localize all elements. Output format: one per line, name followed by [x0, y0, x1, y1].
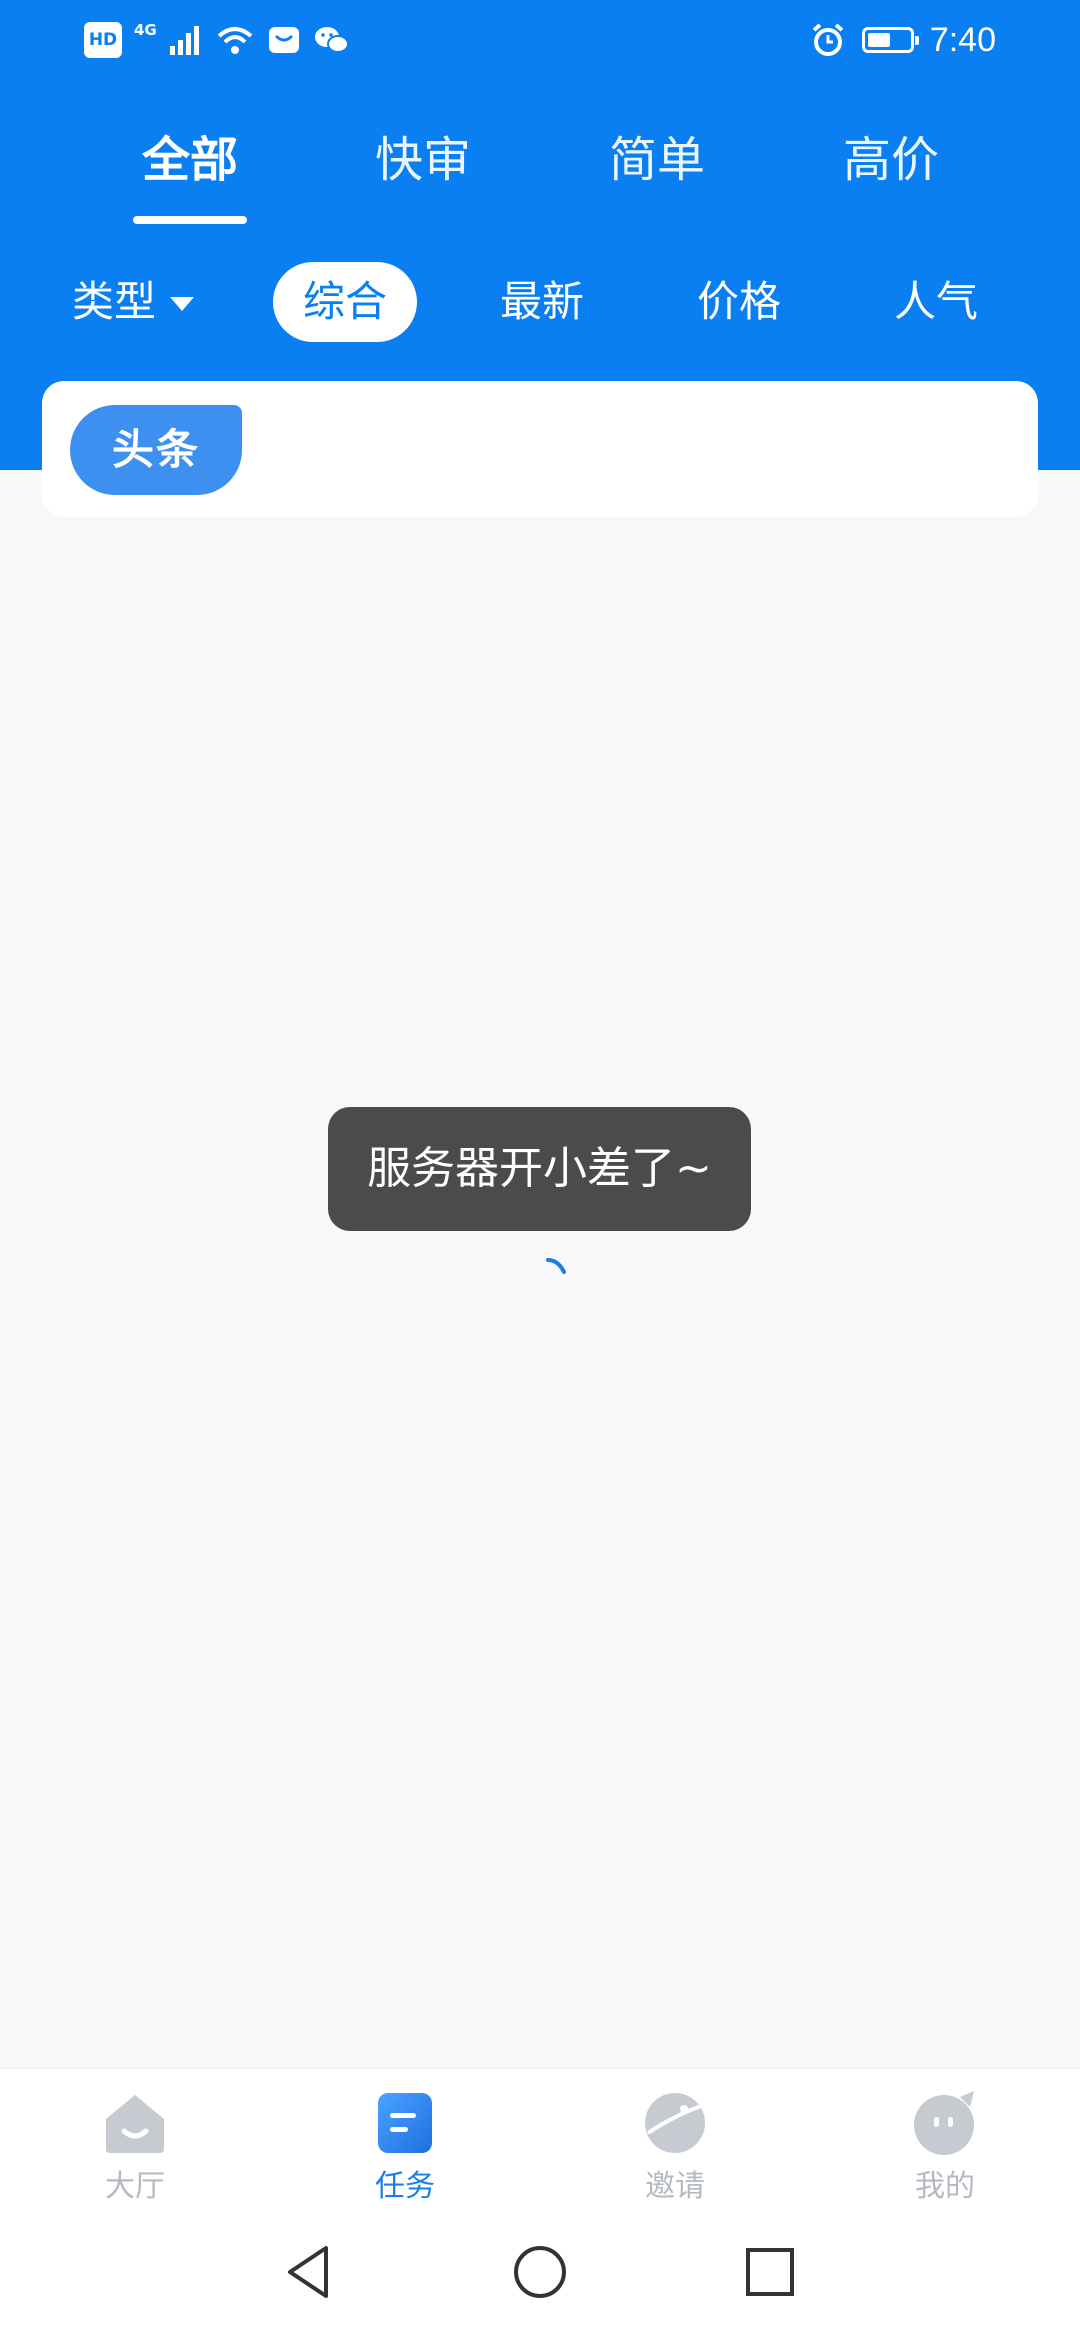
wechat-icon: [314, 27, 349, 53]
back-triangle-icon[interactable]: [280, 2242, 340, 2302]
battery-level-fill: [867, 33, 890, 47]
battery-icon: [861, 27, 919, 53]
status-clock: 7:40: [929, 20, 996, 59]
filter-comprehensive[interactable]: 综合: [273, 262, 417, 342]
type-filter-dropdown[interactable]: 类型: [72, 262, 195, 342]
nav-mine[interactable]: 我的: [865, 2087, 1025, 2217]
loading-spinner-icon: [546, 1258, 566, 1274]
planet-icon: [645, 2093, 705, 2153]
filter-price[interactable]: 价格: [677, 262, 801, 342]
system-nav-bar: [0, 2218, 1080, 2340]
headline-badge: 头条: [70, 405, 242, 495]
status-left-group: HD 4G: [84, 18, 351, 62]
status-right-group: 7:40: [810, 18, 996, 62]
house-icon: [106, 2095, 164, 2153]
tab-high-price[interactable]: 高价: [811, 120, 971, 200]
alarm-icon: [812, 23, 844, 56]
network-type-label: 4G: [134, 21, 157, 39]
nav-tasks-label: 任务: [375, 2169, 435, 2204]
caret-down-icon: [170, 297, 195, 311]
task-icon: [378, 2093, 432, 2153]
active-tab-indicator: [133, 216, 247, 224]
main-tabs: 全部 快审 简单 高价: [0, 120, 1080, 230]
signal-icon: [169, 26, 199, 55]
tab-all[interactable]: 全部: [110, 120, 270, 200]
nav-hall-label: 大厅: [105, 2169, 165, 2204]
filter-newest[interactable]: 最新: [480, 262, 604, 342]
nav-invite-label: 邀请: [645, 2169, 705, 2204]
filter-row: 类型 综合 最新 价格 人气: [0, 262, 1080, 342]
home-circle-icon[interactable]: [510, 2242, 570, 2302]
headline-card[interactable]: 头条: [42, 381, 1038, 517]
hd-badge: HD: [84, 22, 122, 58]
bottom-nav: 大厅 任务 邀请 我的: [0, 2068, 1080, 2219]
tab-quick-review[interactable]: 快审: [343, 120, 503, 200]
recents-square-icon[interactable]: [740, 2242, 800, 2302]
face-icon: [914, 2091, 974, 2155]
tab-simple[interactable]: 简单: [577, 120, 737, 200]
huawei-app-icon: [268, 27, 299, 53]
error-toast: 服务器开小差了~: [328, 1107, 751, 1231]
wifi-icon: [217, 27, 253, 54]
status-bar: HD 4G 7:40: [0, 0, 1080, 80]
type-filter-label: 类型: [72, 277, 157, 326]
nav-tasks[interactable]: 任务: [325, 2087, 485, 2217]
nav-invite[interactable]: 邀请: [595, 2087, 755, 2217]
nav-hall[interactable]: 大厅: [55, 2087, 215, 2217]
nav-mine-label: 我的: [915, 2169, 975, 2204]
filter-popularity[interactable]: 人气: [874, 262, 998, 342]
